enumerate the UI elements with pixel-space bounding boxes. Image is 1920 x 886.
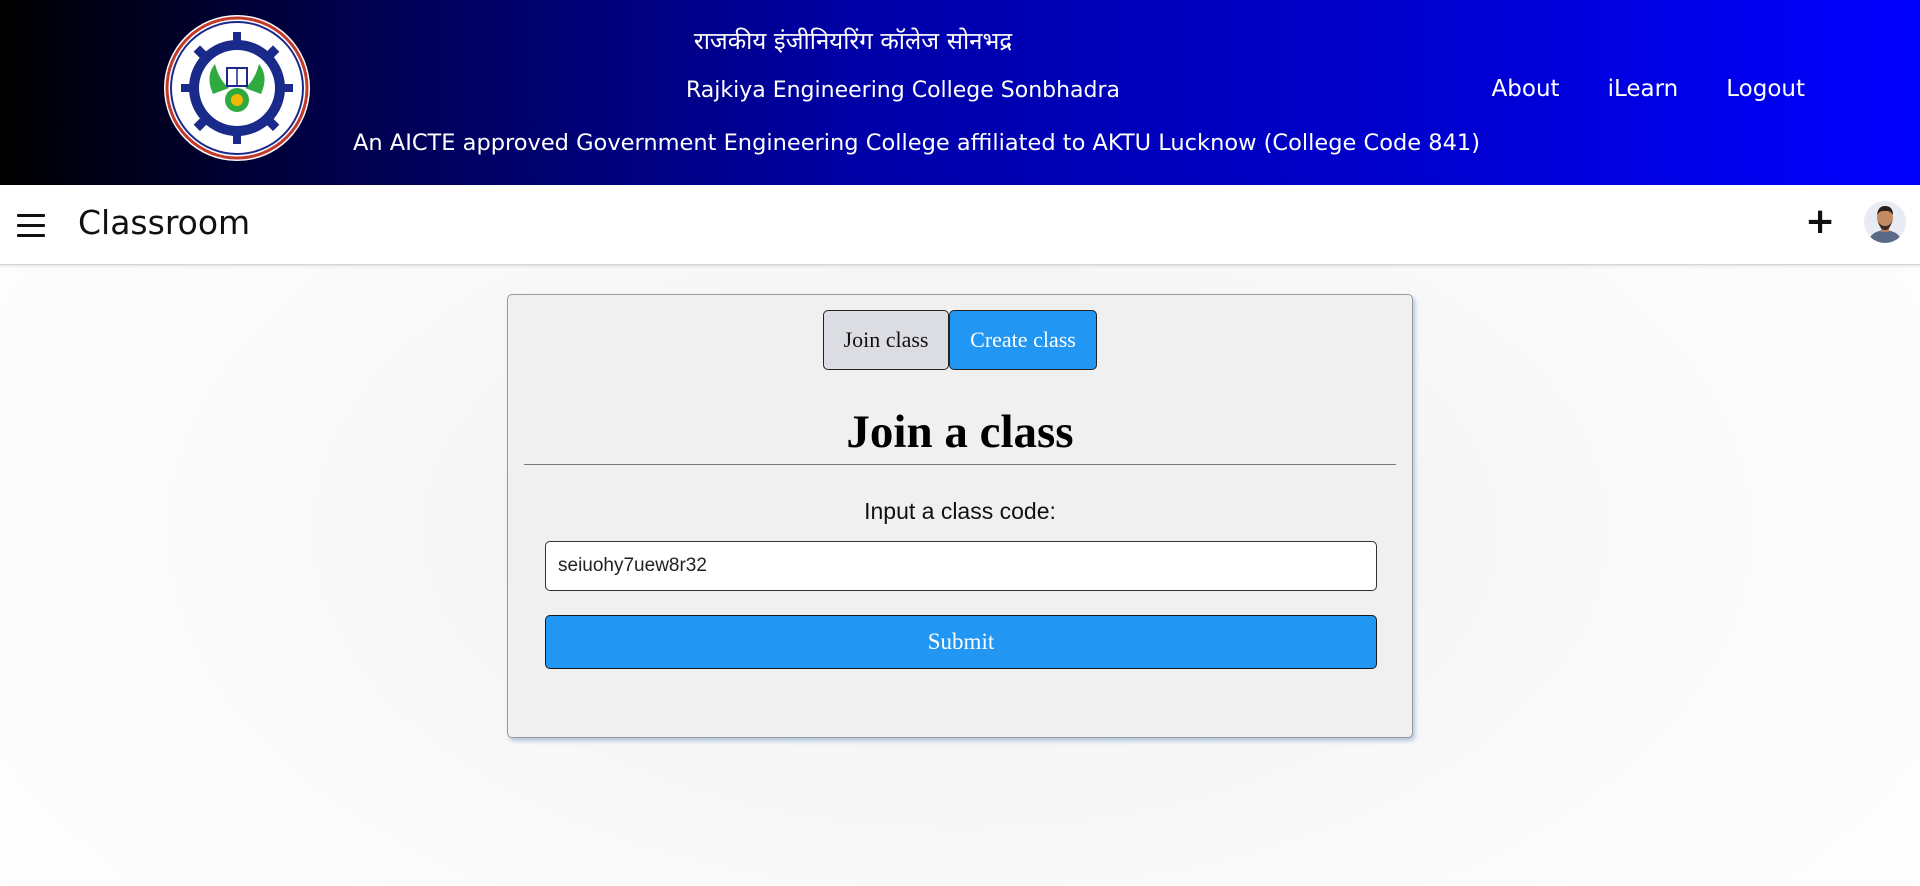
class-code-label: Input a class code:	[864, 498, 1056, 524]
top-nav: About iLearn Logout	[1492, 76, 1805, 102]
nav-about-link[interactable]: About	[1492, 76, 1560, 102]
user-avatar[interactable]	[1864, 201, 1906, 243]
college-english-name: Rajkiya Engineering College Sonbhadra	[685, 78, 1121, 103]
class-code-input[interactable]	[545, 541, 1377, 591]
college-hindi-name: राजकीय इंजीनियरिंग कॉलेज सोनभद्र	[693, 27, 1013, 55]
page-title: Join a class	[846, 406, 1074, 458]
nav-ilearn-link[interactable]: iLearn	[1608, 76, 1679, 102]
submit-button[interactable]: Submit	[545, 615, 1377, 669]
hamburger-menu-icon[interactable]	[17, 214, 45, 238]
add-class-plus-icon[interactable]: +	[1805, 204, 1835, 240]
create-class-tab[interactable]: Create class	[949, 310, 1097, 370]
class-tabs: Join class Create class	[508, 310, 1412, 370]
join-class-tab[interactable]: Join class	[823, 310, 949, 370]
nav-logout-link[interactable]: Logout	[1726, 76, 1805, 102]
college-tagline: An AICTE approved Government Engineering…	[353, 130, 1481, 156]
app-bar: Classroom +	[0, 185, 1920, 265]
college-seal-icon	[164, 15, 310, 161]
heading-divider	[524, 464, 1396, 465]
college-banner: राजकीय इंजीनियरिंग कॉलेज सोनभद्र Rajkiya…	[0, 0, 1920, 185]
join-class-card: Join class Create class Join a class Inpu…	[507, 294, 1413, 738]
app-title: Classroom	[78, 203, 251, 242]
